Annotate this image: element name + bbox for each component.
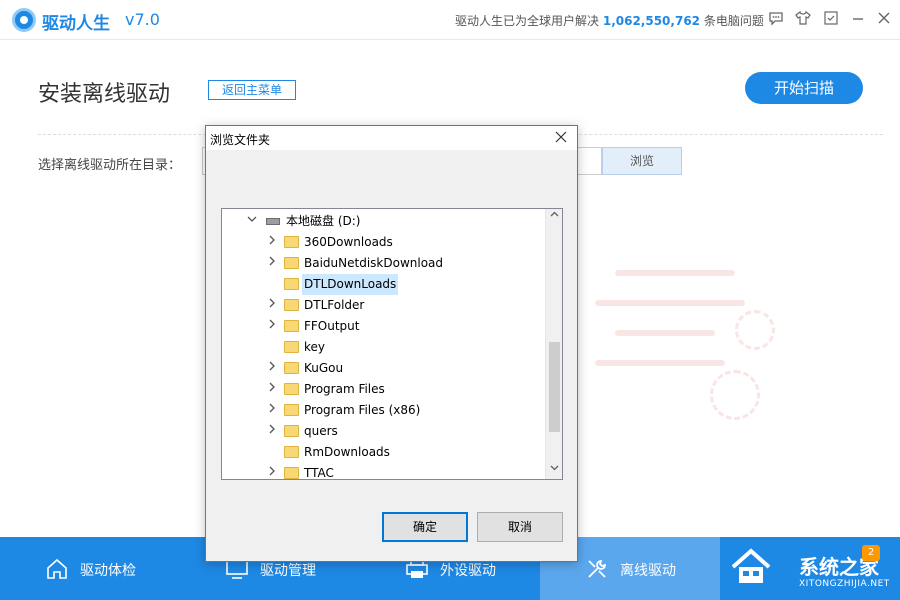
app-logo-icon [12, 8, 36, 32]
chevron-down-icon[interactable] [246, 213, 258, 229]
title-bar: 驱动人生 v7.0 驱动人生已为全球用户解决 1,062,550,762 条电脑… [0, 0, 900, 40]
tree-row-folder[interactable]: FFOutput [222, 316, 542, 337]
tree-row-folder[interactable]: RmDownloads [222, 442, 542, 463]
cancel-button[interactable]: 取消 [477, 512, 563, 542]
folder-icon [284, 425, 299, 437]
folder-label: FFOutput [304, 319, 360, 333]
dialog-title: 浏览文件夹 [210, 133, 271, 147]
folder-icon [284, 341, 299, 353]
app-version: v7.0 [125, 10, 160, 29]
tree-row-folder[interactable]: Program Files (x86) [222, 400, 542, 421]
back-to-main-button[interactable]: 返回主菜单 [208, 80, 296, 100]
nav-item-health-check[interactable]: 驱动体检 [44, 537, 174, 600]
tree-row-folder[interactable]: quers [222, 421, 542, 442]
tree-row-folder[interactable]: DTLDownLoads [222, 274, 542, 295]
chevron-right-icon[interactable] [266, 255, 278, 271]
close-icon[interactable] [875, 10, 893, 28]
folder-label: DTLDownLoads [302, 274, 399, 295]
folder-icon [284, 320, 299, 332]
problem-stat: 驱动人生已为全球用户解决 1,062,550,762 条电脑问题 [455, 12, 764, 29]
folder-label: key [304, 340, 326, 354]
tree-row-folder[interactable]: DTLFolder [222, 295, 542, 316]
notification-badge: 2 [862, 545, 880, 561]
browse-button[interactable]: 浏览 [602, 147, 682, 175]
house-icon [731, 548, 771, 583]
pin-icon[interactable] [822, 10, 840, 28]
tree-row-folder[interactable]: key [222, 337, 542, 358]
directory-label: 选择离线驱动所在目录： [38, 158, 182, 173]
folder-icon [284, 299, 299, 311]
tree-row-folder[interactable]: BaiduNetdiskDownload [222, 253, 542, 274]
scroll-up-icon[interactable] [546, 209, 562, 226]
chevron-right-icon[interactable] [266, 318, 278, 334]
shirt-icon[interactable] [794, 10, 812, 28]
tree-row-folder[interactable]: 360Downloads [222, 232, 542, 253]
page-title: 安装离线驱动 [38, 82, 171, 107]
folder-label: 360Downloads [304, 235, 393, 249]
minimize-icon[interactable] [849, 10, 867, 28]
app-name: 驱动人生 [42, 14, 110, 34]
folder-label: KuGou [304, 361, 344, 375]
nav-label: 驱动体检 [80, 563, 136, 579]
background-illustration [585, 250, 805, 450]
chevron-right-icon[interactable] [266, 297, 278, 313]
folder-label: quers [304, 424, 338, 438]
chevron-right-icon[interactable] [266, 234, 278, 250]
dialog-close-button[interactable] [551, 128, 571, 148]
stat-suffix: 条电脑问题 [703, 14, 764, 28]
folder-icon [284, 236, 299, 248]
folder-label: Program Files [304, 382, 385, 396]
folder-icon [284, 404, 299, 416]
start-scan-button[interactable]: 开始扫描 [745, 72, 863, 104]
stat-count: 1,062,550,762 [602, 14, 701, 28]
tree-row-folder[interactable]: TTAC [222, 463, 542, 480]
chevron-right-icon[interactable] [266, 402, 278, 418]
folder-label: BaiduNetdiskDownload [304, 256, 444, 270]
folder-icon [284, 446, 299, 458]
nav-label: 离线驱动 [620, 563, 676, 579]
dialog-titlebar: 浏览文件夹 [206, 126, 577, 150]
drive-label: 本地磁盘 (D:) [286, 214, 361, 228]
chevron-right-icon[interactable] [266, 381, 278, 397]
scroll-down-icon[interactable] [546, 462, 562, 479]
folder-icon [284, 278, 299, 290]
tree-row-folder[interactable]: Program Files [222, 379, 542, 400]
folder-icon [284, 467, 299, 479]
drive-icon [266, 218, 280, 225]
chevron-right-icon[interactable] [266, 360, 278, 376]
folder-label: RmDownloads [304, 445, 390, 459]
chat-icon[interactable] [767, 10, 785, 28]
scrollbar-thumb[interactable] [549, 342, 560, 432]
nav-label: 驱动管理 [260, 563, 316, 579]
nav-label: 外设驱动 [440, 563, 496, 579]
folder-label: DTLFolder [304, 298, 365, 312]
ok-button[interactable]: 确定 [382, 512, 468, 542]
tree-row-folder[interactable]: KuGou [222, 358, 542, 379]
folder-label: Program Files (x86) [304, 403, 421, 417]
browse-folder-dialog: 浏览文件夹 本地磁盘 (D:) 360Downloads BaiduNetdisk… [205, 125, 578, 562]
folder-icon [284, 362, 299, 374]
tools-icon [584, 557, 610, 581]
close-icon [555, 131, 567, 143]
watermark-url: XITONGZHIJIA.NET [799, 579, 890, 589]
folder-label: TTAC [304, 466, 334, 480]
chevron-right-icon[interactable] [266, 423, 278, 439]
folder-icon [284, 257, 299, 269]
tree-scrollbar[interactable] [545, 209, 562, 479]
folder-icon [284, 383, 299, 395]
home-icon [44, 557, 70, 581]
chevron-right-icon[interactable] [266, 465, 278, 479]
stat-prefix: 驱动人生已为全球用户解决 [455, 14, 600, 28]
tree-row-drive[interactable]: 本地磁盘 (D:) [222, 211, 542, 232]
folder-tree[interactable]: 本地磁盘 (D:) 360Downloads BaiduNetdiskDownlo… [221, 208, 563, 480]
